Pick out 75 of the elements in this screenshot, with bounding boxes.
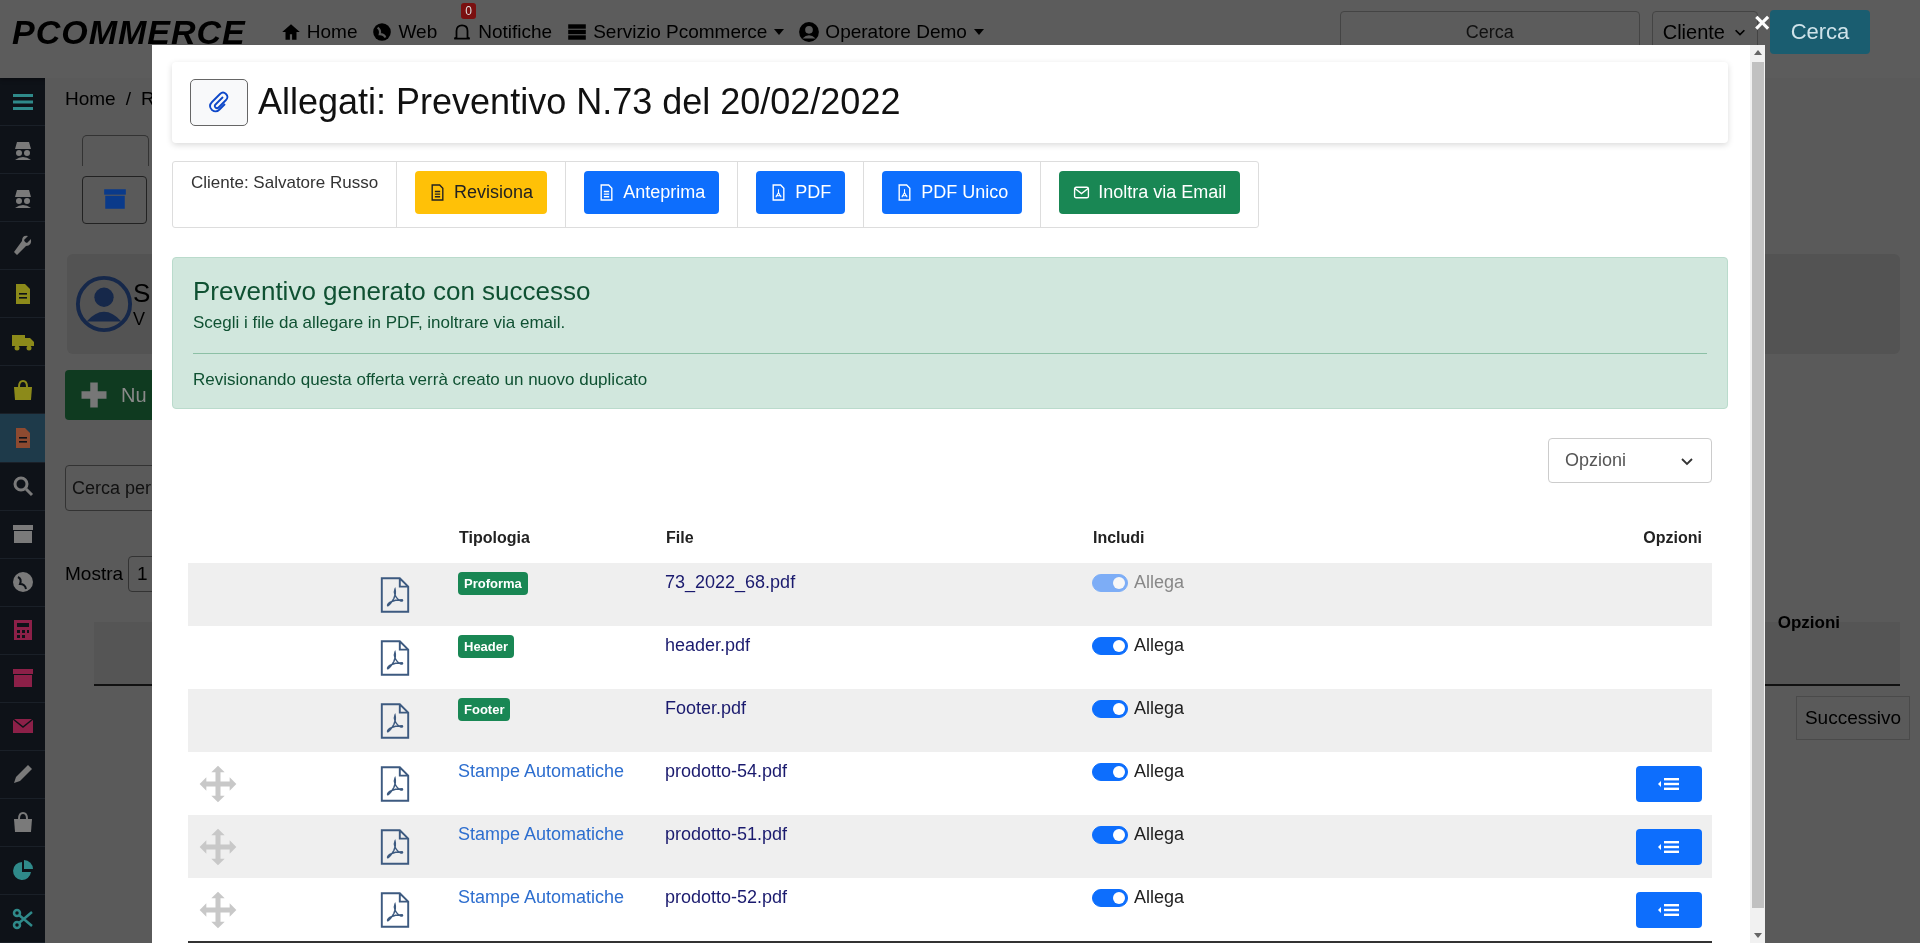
column-header: Includi <box>1093 529 1145 546</box>
pdf-file-icon <box>896 183 914 201</box>
server-icon <box>566 21 589 43</box>
options-button[interactable] <box>1636 828 1702 865</box>
nav-link[interactable]: Home <box>279 21 358 43</box>
options-button[interactable] <box>1636 765 1702 802</box>
logo[interactable]: PCOMMERCE <box>12 12 246 52</box>
plus-icon <box>79 380 109 410</box>
pdf-file-icon <box>770 183 788 201</box>
toggle-switch[interactable] <box>1092 825 1128 844</box>
action-button[interactable]: Inoltra via Email <box>1059 170 1241 214</box>
alert-heading: Preventivo generato con successo <box>193 276 592 307</box>
scrollbar[interactable] <box>1750 45 1765 943</box>
type-badge: Footer <box>458 698 511 721</box>
alert-text: Scegli i file da allegare in PDF, inoltrare via email. <box>193 313 567 333</box>
list-icon <box>1656 901 1682 918</box>
toggle-label: Allega <box>1134 698 1185 719</box>
nav-link[interactable]: Operatore Demo <box>798 21 984 43</box>
client-name: Cliente: Salvatore Russo <box>191 172 379 193</box>
type-badge: Proforma <box>458 572 528 595</box>
breadcrumb-link[interactable]: Home <box>65 88 116 110</box>
toggle-switch[interactable] <box>1092 636 1128 655</box>
options-select[interactable]: Opzioni <box>1548 438 1712 483</box>
search-button[interactable]: Cerca <box>1770 10 1870 54</box>
column-header: Opzioni <box>1777 613 1840 633</box>
pdf-file-icon <box>380 765 410 802</box>
modal-title: Allegati: Preventivo N.73 del 20/02/2022 <box>258 81 901 124</box>
list-icon <box>1656 775 1682 792</box>
customer-detail: V <box>133 309 146 330</box>
nav-link[interactable]: Web <box>371 21 438 43</box>
column-header: Opzioni <box>1643 529 1702 546</box>
document-icon <box>429 183 447 201</box>
toggle-label: Allega <box>1134 572 1185 593</box>
nav-link[interactable]: Servizio Pcommerce <box>566 21 785 43</box>
alert-note: Revisionando questa offerta verrà creato un nuovo duplicato <box>193 370 649 390</box>
toggle-label: Allega <box>1134 824 1185 845</box>
attachment-button[interactable] <box>190 78 248 126</box>
toggle-switch[interactable] <box>1092 699 1128 718</box>
archive-button[interactable] <box>82 176 147 224</box>
column-header: File <box>666 529 694 546</box>
action-button[interactable]: PDF Unico <box>882 170 1023 214</box>
file-link[interactable]: prodotto-51.pdf <box>665 824 788 844</box>
user-icon <box>798 21 821 43</box>
document-icon <box>598 183 616 201</box>
toggle-label: Allega <box>1134 887 1185 908</box>
type-link[interactable]: Stampe Automatiche <box>458 761 625 781</box>
options-button[interactable] <box>1636 891 1702 928</box>
action-button[interactable]: Anteprima <box>584 170 720 214</box>
pdf-file-icon <box>380 828 410 865</box>
toggle-switch[interactable] <box>1092 762 1128 781</box>
envelope-icon <box>1073 183 1091 201</box>
column-header: Tipologia <box>459 529 530 546</box>
next-page-button[interactable]: Successivo <box>1795 696 1910 740</box>
notification-badge: 0 <box>461 3 476 19</box>
type-link[interactable]: Stampe Automatiche <box>458 824 625 844</box>
file-link[interactable]: Footer.pdf <box>665 698 747 718</box>
customer-name: S <box>133 278 151 309</box>
type-badge: Header <box>458 635 515 658</box>
nav-link[interactable]: Notifiche <box>451 21 553 43</box>
avatar-icon <box>75 275 133 333</box>
file-link[interactable]: prodotto-54.pdf <box>665 761 788 781</box>
toggle-switch[interactable] <box>1092 888 1128 907</box>
show-label: Mostra <box>65 563 124 585</box>
list-icon <box>1656 838 1682 855</box>
action-button[interactable]: Revisiona <box>415 170 548 214</box>
toggle-label: Allega <box>1134 635 1185 656</box>
paperclip-icon <box>207 90 231 115</box>
file-link[interactable]: prodotto-52.pdf <box>665 887 788 907</box>
pdf-file-icon <box>380 891 410 928</box>
breadcrumb-separator: / <box>125 88 131 110</box>
file-link[interactable]: header.pdf <box>665 635 751 655</box>
type-link[interactable]: Stampe Automatiche <box>458 887 625 907</box>
action-button[interactable]: PDF <box>756 170 846 214</box>
sidebar-item[interactable] <box>0 414 45 463</box>
toggle-label: Allega <box>1134 761 1185 782</box>
